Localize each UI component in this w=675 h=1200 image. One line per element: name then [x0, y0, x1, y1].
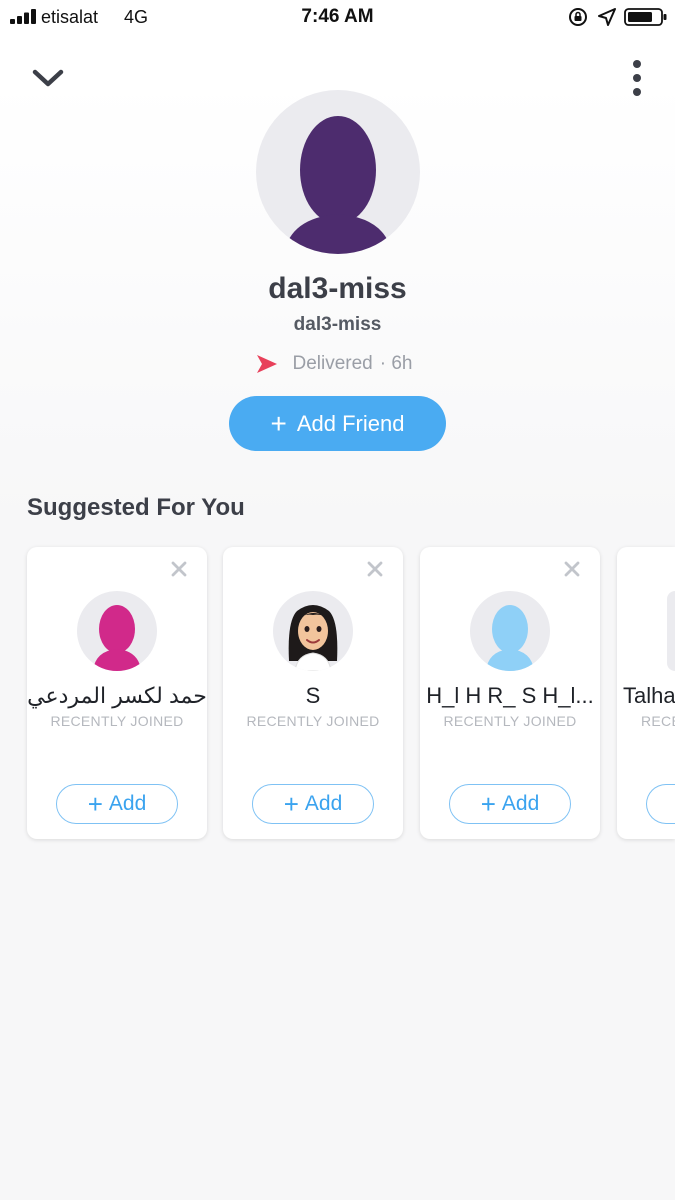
- suggestion-name: H_l H R_ S H_l...: [426, 683, 594, 708]
- suggestion-card[interactable]: S RECENTLY JOINED + Add: [223, 547, 403, 839]
- silhouette-icon: [93, 605, 141, 671]
- section-title: Suggested For You: [27, 494, 245, 521]
- plus-icon: +: [480, 789, 496, 819]
- suggestion-avatar[interactable]: [77, 591, 157, 671]
- suggestion-subtitle: RECE: [641, 713, 675, 729]
- chevron-down-icon[interactable]: [30, 64, 66, 92]
- add-friend-label: Add Friend: [296, 410, 405, 436]
- add-suggestion-button[interactable]: [646, 784, 675, 824]
- bitmoji-avatar-icon: [288, 605, 338, 671]
- suggestion-subtitle: RECENTLY JOINED: [246, 713, 380, 729]
- plus-icon: +: [270, 407, 287, 439]
- rotation-lock-icon: [569, 8, 587, 26]
- close-icon[interactable]: [367, 561, 383, 577]
- add-suggestion-button[interactable]: + Add: [56, 784, 178, 824]
- suggestion-card[interactable]: H_l H R_ S H_l... RECENTLY JOINED + Add: [420, 547, 600, 839]
- delivered-arrow-icon: [257, 355, 278, 373]
- bitmoji-avatar[interactable]: [273, 591, 353, 671]
- suggestion-avatar[interactable]: [470, 591, 550, 671]
- close-icon[interactable]: [564, 561, 580, 577]
- display-name: dal3-miss: [268, 272, 407, 305]
- delivery-status: Delivered · 6h: [0, 352, 675, 376]
- suggestion-name: Talha: [623, 683, 675, 708]
- battery-icon: [624, 8, 667, 26]
- suggestion-name: حمد لكسر المردعي: [27, 683, 207, 708]
- suggestion-card[interactable]: Talha RECE: [617, 547, 675, 839]
- delivery-status-time: · 6h: [379, 353, 413, 374]
- add-label: Add: [501, 792, 540, 815]
- more-options-icon[interactable]: [626, 58, 648, 98]
- plus-icon: +: [87, 789, 103, 819]
- suggestion-subtitle: RECENTLY JOINED: [50, 713, 184, 729]
- add-label: Add: [304, 792, 343, 815]
- add-friend-button[interactable]: + Add Friend: [229, 396, 446, 451]
- add-suggestion-button[interactable]: + Add: [252, 784, 374, 824]
- profile-avatar[interactable]: [256, 90, 420, 254]
- plus-icon: +: [283, 789, 299, 819]
- status-bar: etisalat 4G 7:46 AM: [0, 0, 675, 36]
- delivery-status-text: Delivered: [292, 353, 373, 374]
- suggestion-avatar[interactable]: [667, 591, 675, 671]
- username: dal3-miss: [293, 314, 382, 335]
- close-icon[interactable]: [171, 561, 187, 577]
- suggestion-name: S: [305, 683, 321, 708]
- suggestion-subtitle: RECENTLY JOINED: [443, 713, 577, 729]
- add-suggestion-button[interactable]: + Add: [449, 784, 571, 824]
- location-arrow-icon: [598, 8, 616, 26]
- silhouette-icon: [486, 605, 534, 671]
- suggestion-card[interactable]: حمد لكسر المردعي RECENTLY JOINED + Add: [27, 547, 207, 839]
- add-label: Add: [108, 792, 147, 815]
- silhouette-icon: [284, 116, 392, 254]
